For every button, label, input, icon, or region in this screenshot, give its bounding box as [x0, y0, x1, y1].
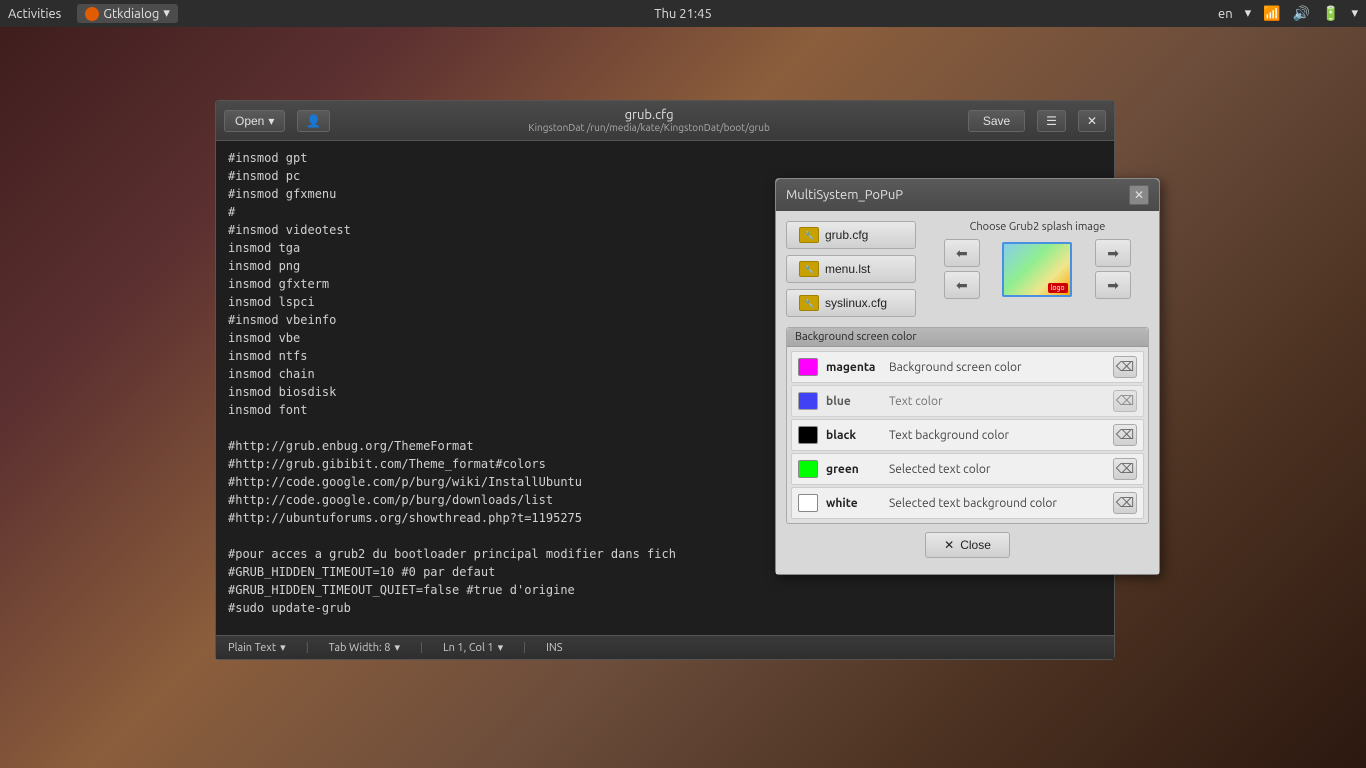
topbar-menu-arrow[interactable]: ▾ — [1351, 6, 1358, 21]
gtkdialog-arrow: ▾ — [163, 6, 170, 21]
popup-close-icon-button[interactable]: ✕ — [1129, 185, 1149, 205]
popup-titlebar: MultiSystem_PoPuP ✕ — [776, 179, 1159, 211]
color-name-green: green — [826, 463, 881, 476]
splash-prev-bottom-button[interactable]: ⬅ — [944, 271, 980, 299]
grubcfg-button[interactable]: 🔧 grub.cfg — [786, 221, 916, 249]
volume-icon: 🔊 — [1293, 5, 1310, 22]
editor-title: grub.cfg — [338, 108, 959, 122]
open-button[interactable]: Open ▾ — [224, 110, 285, 132]
status-sep1: | — [306, 642, 309, 654]
splash-next-top-button[interactable]: ➡ — [1095, 239, 1131, 267]
popup-footer: ✕ Close — [786, 524, 1149, 564]
menulst-label: menu.lst — [825, 262, 870, 276]
plain-text-label[interactable]: Plain Text — [228, 642, 276, 654]
color-swatch-blue[interactable] — [798, 392, 818, 410]
color-rows: magenta Background screen color ⌫ blue T… — [787, 347, 1148, 523]
open-label: Open — [235, 114, 264, 128]
close-editor-button[interactable]: ✕ — [1078, 110, 1106, 132]
close-x-icon: ✕ — [944, 538, 954, 552]
menulst-button[interactable]: 🔧 menu.lst — [786, 255, 916, 283]
color-name-magenta: magenta — [826, 361, 881, 374]
splash-title: Choose Grub2 splash image — [926, 221, 1149, 233]
grubcfg-icon: 🔧 — [799, 227, 819, 243]
popup-dialog: MultiSystem_PoPuP ✕ 🔧 grub.cfg 🔧 menu.ls… — [775, 178, 1160, 575]
splash-prev-top-button[interactable]: ⬅ — [944, 239, 980, 267]
color-swatch-green[interactable] — [798, 460, 818, 478]
syslinux-label: syslinux.cfg — [825, 296, 887, 310]
user-button[interactable]: 👤 — [297, 110, 330, 132]
color-name-black: black — [826, 429, 881, 442]
color-desc-green: Selected text color — [889, 463, 1105, 476]
status-sep2: | — [420, 642, 423, 654]
save-label: Save — [983, 114, 1010, 128]
editor-statusbar: Plain Text ▾ | Tab Width: 8 ▾ | Ln 1, Co… — [216, 635, 1114, 659]
color-row-blue: blue Text color ⌫ — [791, 385, 1144, 417]
syslinux-button[interactable]: 🔧 syslinux.cfg — [786, 289, 916, 317]
color-clear-white-button[interactable]: ⌫ — [1113, 492, 1137, 514]
menu-button[interactable]: ☰ — [1037, 110, 1066, 132]
syslinux-icon: 🔧 — [799, 295, 819, 311]
ins-label: INS — [546, 642, 562, 654]
color-name-blue: blue — [826, 395, 881, 408]
battery-icon: 🔋 — [1322, 5, 1339, 22]
color-clear-black-button[interactable]: ⌫ — [1113, 424, 1137, 446]
splash-next-bottom-button[interactable]: ➡ — [1095, 271, 1131, 299]
gtkdialog-icon — [85, 7, 99, 21]
status-sep3: | — [523, 642, 526, 654]
color-clear-green-button[interactable]: ⌫ — [1113, 458, 1137, 480]
close-label: Close — [960, 538, 991, 552]
tab-width-label[interactable]: Tab Width: 8 — [329, 642, 391, 654]
color-section: Background screen color magenta Backgrou… — [786, 327, 1149, 524]
popup-body: 🔧 grub.cfg 🔧 menu.lst 🔧 syslinux.cfg Cho… — [776, 211, 1159, 574]
position-arrow: ▾ — [498, 641, 504, 654]
editor-subtitle: KingstonDat /run/media/kate/KingstonDat/… — [338, 122, 959, 133]
color-swatch-black[interactable] — [798, 426, 818, 444]
menulst-icon: 🔧 — [799, 261, 819, 277]
popup-title: MultiSystem_PoPuP — [786, 188, 903, 202]
color-row-black: black Text background color ⌫ — [791, 419, 1144, 451]
color-desc-black: Text background color — [889, 429, 1105, 442]
color-desc-magenta: Background screen color — [889, 361, 1105, 374]
wifi-icon: 📶 — [1263, 5, 1280, 22]
grubcfg-label: grub.cfg — [825, 228, 868, 242]
splash-section: Choose Grub2 splash image ⬅ ⬅ logo ➡ ➡ — [926, 221, 1149, 317]
color-desc-blue: Text color — [889, 395, 1105, 408]
popup-file-buttons: 🔧 grub.cfg 🔧 menu.lst 🔧 syslinux.cfg — [786, 221, 916, 317]
color-row-green: green Selected text color ⌫ — [791, 453, 1144, 485]
color-row-white: white Selected text background color ⌫ — [791, 487, 1144, 519]
color-row-magenta: magenta Background screen color ⌫ — [791, 351, 1144, 383]
gtkdialog-app-name: Gtkdialog — [103, 7, 159, 21]
open-arrow: ▾ — [268, 114, 274, 128]
gtkdialog-menu[interactable]: Gtkdialog ▾ — [77, 4, 178, 23]
topbar: Activities Gtkdialog ▾ Thu 21:45 en ▾ 📶 … — [0, 0, 1366, 27]
color-desc-white: Selected text background color — [889, 497, 1105, 510]
color-swatch-white[interactable] — [798, 494, 818, 512]
plain-text-arrow: ▾ — [280, 641, 286, 654]
splash-thumbnail-1[interactable]: logo — [1002, 242, 1072, 297]
color-clear-magenta-button[interactable]: ⌫ — [1113, 356, 1137, 378]
color-section-title: Background screen color — [787, 328, 1148, 347]
save-button[interactable]: Save — [968, 110, 1025, 132]
splash-prev-col: ⬅ ⬅ — [926, 239, 998, 299]
splash-next-col: ➡ ➡ — [1077, 239, 1149, 299]
popup-close-button[interactable]: ✕ Close — [925, 532, 1010, 558]
tab-width-arrow: ▾ — [395, 641, 401, 654]
topbar-lang[interactable]: en — [1218, 7, 1233, 21]
topbar-lang-arrow: ▾ — [1245, 6, 1252, 21]
color-clear-blue-button[interactable]: ⌫ — [1113, 390, 1137, 412]
color-name-white: white — [826, 497, 881, 510]
color-swatch-magenta[interactable] — [798, 358, 818, 376]
editor-titlebar: Open ▾ 👤 grub.cfg KingstonDat /run/media… — [216, 101, 1114, 141]
position-label: Ln 1, Col 1 — [443, 642, 494, 654]
activities-label[interactable]: Activities — [8, 7, 61, 21]
topbar-time: Thu 21:45 — [654, 7, 712, 21]
